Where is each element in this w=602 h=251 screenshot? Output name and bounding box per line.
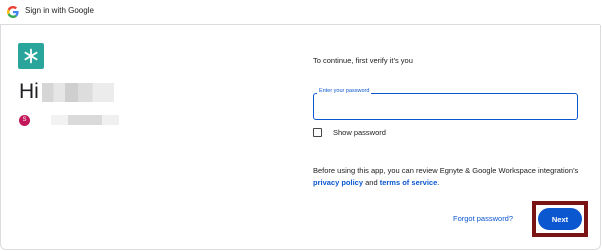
password-input[interactable]	[313, 93, 578, 120]
greeting-heading: Hi	[19, 80, 39, 103]
policy-period: .	[437, 178, 440, 187]
avatar: S	[19, 115, 30, 126]
password-field-label: Enter your password	[317, 88, 372, 94]
policy-notice: Before using this app, you can review Eg…	[313, 165, 593, 189]
privacy-policy-link[interactable]: privacy policy	[313, 178, 363, 187]
dialog-title: Sign in with Google	[25, 6, 94, 15]
redacted-email	[51, 115, 119, 125]
forgot-password-button[interactable]: Forgot password?	[453, 214, 513, 223]
next-button[interactable]: Next	[538, 208, 582, 230]
redacted-name	[42, 83, 114, 102]
show-password-label[interactable]: Show password	[333, 128, 386, 137]
verify-instruction: To continue, first verify it’s you	[313, 56, 413, 65]
terms-of-service-link[interactable]: terms of service	[380, 178, 438, 187]
dialog-titlebar: Sign in with Google	[0, 0, 600, 25]
policy-and-text: and	[363, 178, 380, 187]
show-password-checkbox[interactable]	[313, 128, 322, 137]
policy-prefix-text: Before using this app, you can review Eg…	[313, 166, 579, 175]
asterisk-logo-icon	[18, 43, 44, 69]
google-g-icon	[7, 6, 19, 18]
